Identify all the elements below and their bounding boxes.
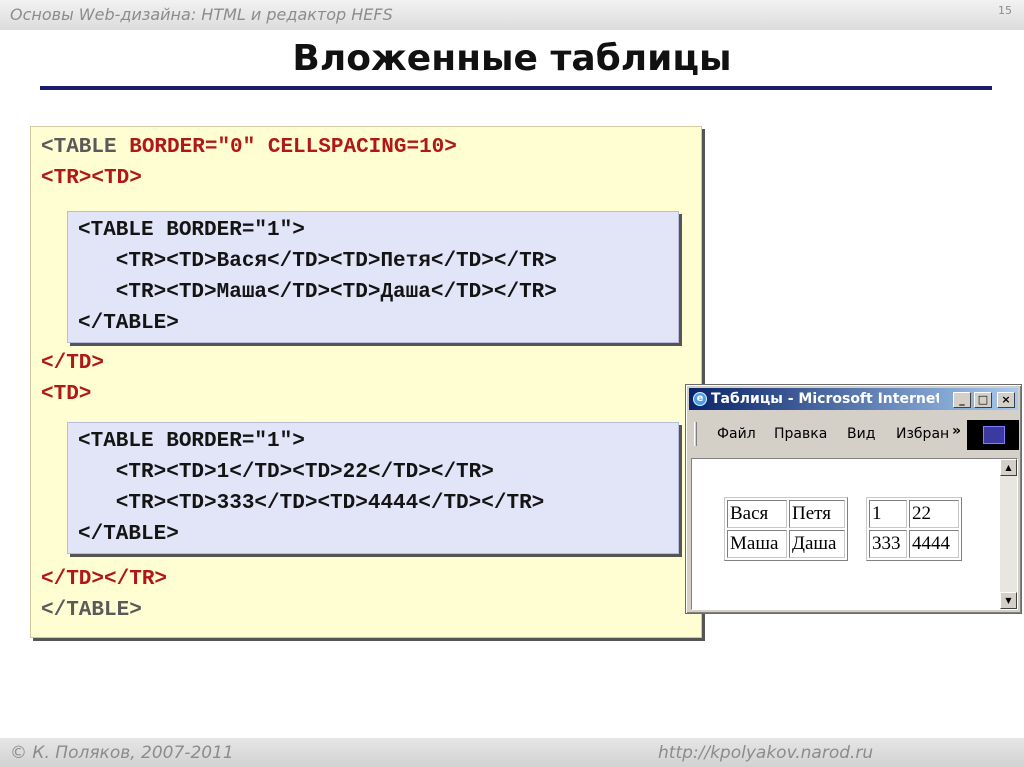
slide-footer: © К. Поляков, 2007-2011 http://kpolyakov… (0, 738, 1024, 767)
code-line: <TR><TD>333</TD><TD>4444</TD></TR> (78, 492, 545, 515)
browser-title-bar[interactable]: e Таблицы - Microsoft Internet Explorer … (689, 388, 1018, 410)
code-line: <TABLE BORDER="1"> (78, 219, 305, 242)
code-outer-close: </TABLE> (41, 599, 142, 622)
menu-file[interactable]: Файл (717, 426, 756, 442)
code-line: <TR><TD>Вася</TD><TD>Петя</TD></TR> (78, 250, 557, 273)
vertical-scrollbar[interactable]: ▲ ▼ (1000, 459, 1017, 609)
code-line: <TABLE BORDER="1"> (78, 430, 305, 453)
inner-table-code-2: <TABLE BORDER="1"> <TR><TD>1</TD><TD>22<… (67, 422, 679, 554)
internet-explorer-icon: e (693, 392, 707, 406)
table-row: Вася Петя (727, 500, 845, 528)
table-cell: Петя (789, 500, 845, 528)
menu-edit[interactable]: Правка (774, 426, 827, 442)
code-line: </TABLE> (78, 312, 179, 335)
browser-title-text: Таблицы - Microsoft Internet Explorer (711, 391, 939, 407)
table-cell: Маша (727, 530, 787, 558)
code-row-open: <TR><TD> (41, 167, 142, 190)
menu-overflow-chevron-icon[interactable]: » (952, 423, 961, 439)
table-cell: Даша (789, 530, 845, 558)
code-line: <TR><TD>1</TD><TD>22</TD></TR> (78, 461, 494, 484)
minimize-button[interactable]: _ (953, 392, 971, 408)
menu-favorites[interactable]: Избранное (896, 426, 948, 442)
scroll-up-icon[interactable]: ▲ (1000, 459, 1017, 476)
table-cell: 4444 (909, 530, 959, 558)
table-cell: 22 (909, 500, 959, 528)
table-cell: Вася (727, 500, 787, 528)
slide-number: 15 (998, 4, 1012, 17)
table-row: Маша Даша (727, 530, 845, 558)
code-line: </TABLE> (78, 523, 179, 546)
browser-content: Вася Петя Маша Даша 1 22 333 4444 ▲ ▼ (691, 458, 1018, 610)
table-cell: 1 (869, 500, 907, 528)
code-outer-open: <TABLE BORDER="0" CELLSPACING=10> (41, 136, 457, 159)
inner-table-code-1: <TABLE BORDER="1"> <TR><TD>Вася</TD><TD>… (67, 211, 679, 343)
slide-title: Вложенные таблицы (292, 38, 732, 79)
close-button[interactable]: × (997, 392, 1015, 408)
browser-menu-bar: Файл Правка Вид Избранное » (690, 419, 966, 449)
code-panel: <TABLE BORDER="0" CELLSPACING=10> <TR><T… (30, 126, 702, 638)
slide-header: Основы Web-дизайна: HTML и редактор HEFS… (0, 0, 1024, 30)
title-underline (40, 86, 992, 90)
windows-logo-icon (983, 426, 1005, 444)
toolbar-grip[interactable] (694, 422, 697, 446)
course-subtitle: Основы Web-дизайна: HTML и редактор HEFS (10, 5, 393, 24)
footer-url[interactable]: http://kpolyakov.narod.ru (658, 743, 873, 763)
footer-author: © К. Поляков, 2007-2011 (10, 743, 234, 763)
menu-view[interactable]: Вид (847, 426, 875, 442)
table-row: 1 22 (869, 500, 959, 528)
code-outer-close-cells: </TD></TR> (41, 568, 168, 591)
demo-table-1: Вася Петя Маша Даша (724, 497, 848, 561)
code-line: <TR><TD>Маша</TD><TD>Даша</TD></TR> (78, 281, 557, 304)
maximize-button[interactable]: □ (974, 392, 992, 408)
demo-table-2: 1 22 333 4444 (866, 497, 962, 561)
code-cell-close: </TD> (41, 352, 105, 375)
browser-window: e Таблицы - Microsoft Internet Explorer … (685, 384, 1022, 614)
table-row: 333 4444 (869, 530, 959, 558)
code-cell-open: <TD> (41, 383, 92, 406)
scroll-down-icon[interactable]: ▼ (1000, 592, 1017, 609)
browser-throbber (967, 420, 1019, 450)
table-cell: 333 (869, 530, 907, 558)
